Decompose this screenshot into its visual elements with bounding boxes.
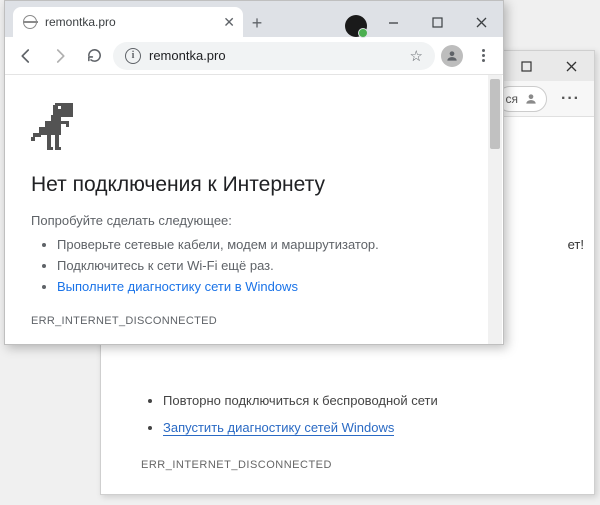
window-controls <box>371 7 503 37</box>
diagnostics-link-back[interactable]: Запустить диагностику сетей Windows <box>163 420 394 436</box>
dino-icon <box>31 103 75 151</box>
menu-button[interactable] <box>469 42 497 70</box>
maximize-button-back[interactable] <box>504 51 549 81</box>
diagnostics-link[interactable]: Выполните диагностику сети в Windows <box>57 279 298 294</box>
window-chrome: remontka.pro ✕ + i remontka.pro ☆ <box>4 0 504 345</box>
reload-button[interactable] <box>79 41 109 71</box>
extension-badge-icon[interactable] <box>345 15 367 37</box>
profile-avatar[interactable] <box>441 45 463 67</box>
error-code: ERR_INTERNET_DISCONNECTED <box>31 315 477 327</box>
close-button[interactable] <box>459 7 503 37</box>
more-button-back[interactable]: ··· <box>555 90 586 108</box>
site-info-icon[interactable]: i <box>125 48 141 64</box>
tab-strip: remontka.pro ✕ + <box>5 1 503 37</box>
bookmark-icon[interactable]: ☆ <box>410 47 423 65</box>
page-content: Нет подключения к Интернету Попробуйте с… <box>5 75 503 344</box>
signin-pill[interactable]: ся <box>497 86 548 112</box>
forward-button <box>45 41 75 71</box>
close-tab-icon[interactable]: ✕ <box>223 14 235 31</box>
signin-text-fragment: ся <box>506 92 519 106</box>
suggestion-list-back: Повторно подключиться к беспроводной сет… <box>163 387 568 441</box>
error-subheading: Попробуйте сделать следующее: <box>31 213 477 228</box>
close-button-back[interactable] <box>549 51 594 81</box>
text-fragment: ет! <box>568 237 584 252</box>
url-text: remontka.pro <box>149 48 402 63</box>
suggestion-item: Подключитесь к сети Wi-Fi ещё раз. <box>57 255 477 276</box>
browser-tab[interactable]: remontka.pro ✕ <box>13 7 243 37</box>
suggestion-item: Запустить диагностику сетей Windows <box>163 414 568 441</box>
suggestion-item: Выполните диагностику сети в Windows <box>57 276 477 297</box>
address-bar[interactable]: i remontka.pro ☆ <box>113 42 435 70</box>
scrollbar[interactable] <box>488 75 502 344</box>
maximize-button[interactable] <box>415 7 459 37</box>
new-tab-button[interactable]: + <box>243 9 271 37</box>
suggestion-item: Повторно подключиться к беспроводной сет… <box>163 387 568 414</box>
minimize-button[interactable] <box>371 7 415 37</box>
error-heading: Нет подключения к Интернету <box>31 173 477 197</box>
address-bar-row: i remontka.pro ☆ <box>5 37 503 75</box>
error-code-back: ERR_INTERNET_DISCONNECTED <box>141 459 568 471</box>
suggestion-item: Проверьте сетевые кабели, модем и маршру… <box>57 234 477 255</box>
suggestion-list: Проверьте сетевые кабели, модем и маршру… <box>57 234 477 297</box>
tab-title: remontka.pro <box>45 15 215 29</box>
globe-icon <box>23 15 37 29</box>
scrollbar-thumb[interactable] <box>490 79 500 149</box>
back-button[interactable] <box>11 41 41 71</box>
